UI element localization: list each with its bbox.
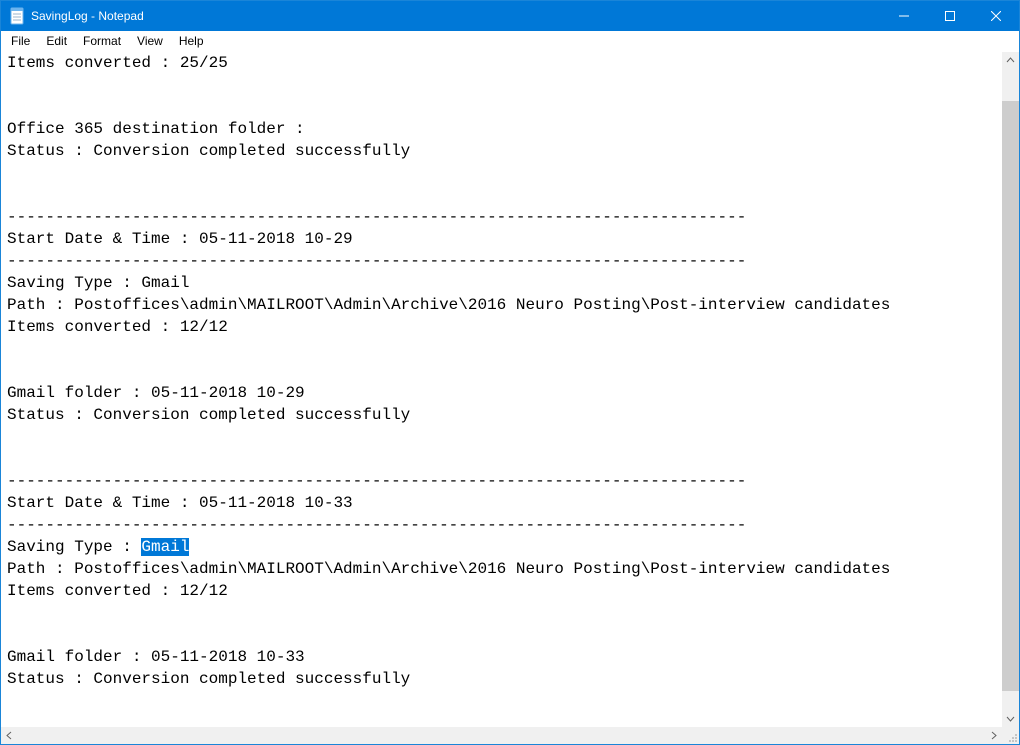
window-controls bbox=[881, 1, 1019, 31]
text-fragment: Saving Type : bbox=[7, 538, 141, 556]
scroll-up-button[interactable] bbox=[1002, 52, 1019, 69]
text-line: Path : Postoffices\admin\MAILROOT\Admin\… bbox=[7, 560, 890, 578]
bottom-bar bbox=[1, 727, 1019, 744]
text-line: Items converted : 25/25 bbox=[7, 54, 228, 72]
menu-edit[interactable]: Edit bbox=[38, 31, 75, 52]
text-line: Items converted : 12/12 bbox=[7, 582, 228, 600]
notepad-window: SavingLog - Notepad File Edit Format Vie… bbox=[0, 0, 1020, 745]
vertical-scroll-thumb[interactable] bbox=[1002, 101, 1019, 691]
close-button[interactable] bbox=[973, 1, 1019, 31]
horizontal-scroll-track[interactable] bbox=[18, 727, 985, 744]
text-line: Items converted : 12/12 bbox=[7, 318, 228, 336]
menu-view[interactable]: View bbox=[129, 31, 171, 52]
text-line: Gmail folder : 05-11-2018 10-33 bbox=[7, 648, 305, 666]
title-bar-left: SavingLog - Notepad bbox=[1, 1, 144, 31]
text-line: Path : Postoffices\admin\MAILROOT\Admin\… bbox=[7, 296, 890, 314]
notepad-icon bbox=[9, 6, 25, 26]
text-line: Saving Type : Gmail bbox=[7, 538, 189, 556]
menu-format[interactable]: Format bbox=[75, 31, 129, 52]
text-line: Status : Conversion completed successful… bbox=[7, 406, 410, 424]
menu-bar: File Edit Format View Help bbox=[1, 31, 1019, 52]
text-line: Status : Conversion completed successful… bbox=[7, 142, 410, 160]
window-title: SavingLog - Notepad bbox=[31, 9, 144, 23]
selected-text: Gmail bbox=[141, 538, 189, 556]
text-line: Saving Type : Gmail bbox=[7, 274, 189, 292]
client-area: Items converted : 25/25 Office 365 desti… bbox=[1, 52, 1019, 727]
text-line: Office 365 destination folder : bbox=[7, 120, 305, 138]
text-editor[interactable]: Items converted : 25/25 Office 365 desti… bbox=[1, 52, 1002, 727]
resize-grip[interactable] bbox=[1002, 727, 1019, 744]
menu-file[interactable]: File bbox=[3, 31, 38, 52]
text-line: ----------------------------------------… bbox=[7, 208, 746, 226]
text-line: ----------------------------------------… bbox=[7, 516, 746, 534]
text-line: Status : Conversion completed successful… bbox=[7, 670, 410, 688]
text-line: Gmail folder : 05-11-2018 10-29 bbox=[7, 384, 305, 402]
vertical-scrollbar[interactable] bbox=[1002, 52, 1019, 727]
text-line: Start Date & Time : 05-11-2018 10-29 bbox=[7, 230, 353, 248]
maximize-button[interactable] bbox=[927, 1, 973, 31]
horizontal-scrollbar[interactable] bbox=[1, 727, 1002, 744]
scroll-down-button[interactable] bbox=[1002, 710, 1019, 727]
vertical-scroll-track[interactable] bbox=[1002, 69, 1019, 710]
scroll-right-button[interactable] bbox=[985, 727, 1002, 744]
text-line: ----------------------------------------… bbox=[7, 252, 746, 270]
minimize-button[interactable] bbox=[881, 1, 927, 31]
text-line: Start Date & Time : 05-11-2018 10-33 bbox=[7, 494, 353, 512]
text-line: ----------------------------------------… bbox=[7, 472, 746, 490]
scroll-left-button[interactable] bbox=[1, 727, 18, 744]
menu-help[interactable]: Help bbox=[171, 31, 212, 52]
title-bar[interactable]: SavingLog - Notepad bbox=[1, 1, 1019, 31]
